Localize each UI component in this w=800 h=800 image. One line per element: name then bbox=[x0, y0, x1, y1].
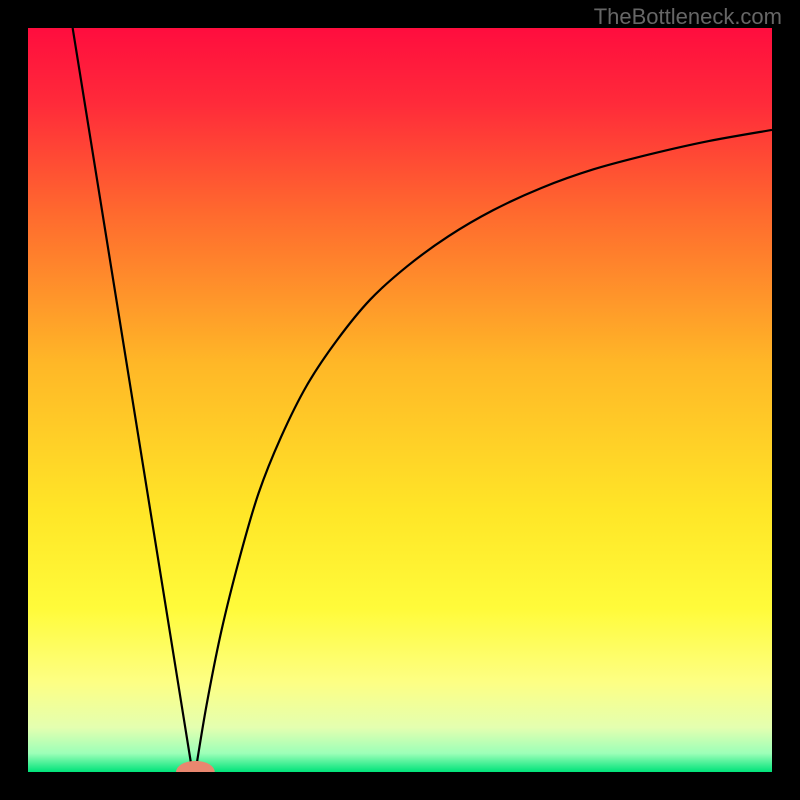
bottleneck-chart bbox=[28, 28, 772, 772]
watermark-text: TheBottleneck.com bbox=[594, 4, 782, 30]
plot-frame bbox=[28, 28, 772, 772]
gradient-background bbox=[28, 28, 772, 772]
